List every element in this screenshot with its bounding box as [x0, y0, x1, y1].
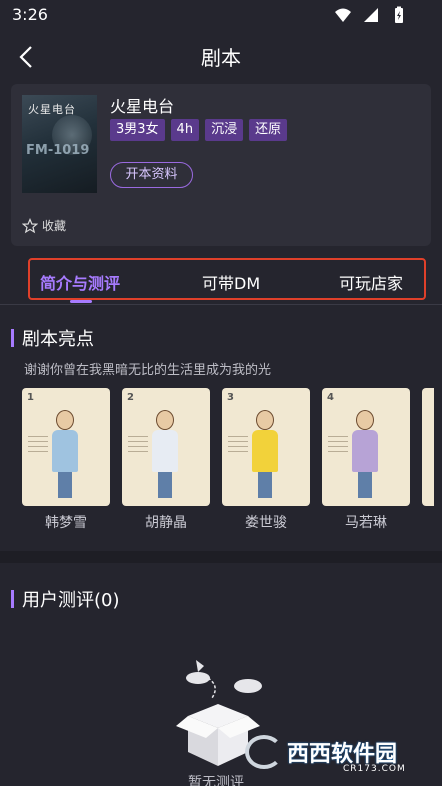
- watermark-sub: CR173.COM: [343, 764, 406, 774]
- tab-intro-review[interactable]: 简介与测评: [40, 270, 120, 294]
- script-name: 火星电台: [110, 97, 175, 116]
- empty-reviews-text: 暂无测评: [188, 775, 244, 786]
- open-script-info-button[interactable]: 开本资料: [110, 162, 193, 188]
- section-accent-bar: [11, 329, 14, 347]
- character-outfit: [352, 430, 378, 472]
- page-title: 剧本: [201, 46, 241, 70]
- section-separator: [0, 551, 442, 563]
- highlights-tagline: 谢谢你曾在我黑暗无比的生活里成为我的光: [24, 363, 272, 378]
- character-card[interactable]: 3 娄世骏: [222, 388, 310, 532]
- poster-fm: FM-1019: [26, 143, 90, 158]
- tab-stores[interactable]: 可玩店家: [339, 270, 403, 294]
- highlights-title: 剧本亮点: [22, 329, 94, 350]
- script-poster[interactable]: 火星电台 FM-1019: [22, 95, 97, 193]
- nav-bar: 剧本: [0, 36, 442, 76]
- signal-icon: [364, 8, 378, 22]
- character-portrait: 4: [322, 388, 410, 506]
- character-outfit: [152, 430, 178, 472]
- character-card-partial[interactable]: [422, 388, 434, 506]
- tag-genre: 沉浸: [205, 119, 244, 141]
- tab-dm[interactable]: 可带DM: [202, 270, 260, 294]
- character-card[interactable]: 2 胡静晶: [122, 388, 210, 532]
- watermark-logo-icon: [245, 735, 283, 769]
- status-bar: 3:26: [0, 0, 442, 30]
- tabs-divider: [0, 304, 442, 305]
- character-portrait: 1: [22, 388, 110, 506]
- character-card[interactable]: 4 马若琳: [322, 388, 410, 532]
- character-name: 韩梦雪: [45, 515, 87, 531]
- script-tags: 3男3女 4h 沉浸 还原: [110, 119, 288, 141]
- reviews-header: 用户测评(0): [11, 586, 120, 612]
- character-name: 娄世骏: [245, 515, 287, 531]
- section-accent-bar: [11, 590, 14, 608]
- highlights-header: 剧本亮点: [11, 325, 94, 351]
- character-name: 马若琳: [345, 515, 387, 531]
- active-tab-indicator: [70, 300, 92, 303]
- wifi-icon: [335, 8, 351, 22]
- status-time: 3:26: [12, 5, 48, 24]
- character-name: 胡静晶: [145, 515, 187, 531]
- tag-players: 3男3女: [110, 119, 165, 141]
- reviews-title: 用户测评(0): [22, 590, 120, 611]
- character-card[interactable]: 1 韩梦雪: [22, 388, 110, 532]
- character-outfit: [52, 430, 78, 472]
- tag-duration: 4h: [170, 119, 200, 141]
- favorite-label: 收藏: [42, 219, 67, 233]
- star-icon: [22, 217, 38, 233]
- tag-style: 还原: [249, 119, 288, 141]
- character-portrait: 2: [122, 388, 210, 506]
- character-portrait: 3: [222, 388, 310, 506]
- battery-icon: [395, 6, 403, 23]
- script-info-card: 火星电台 FM-1019 火星电台 3男3女 4h 沉浸 还原 开本资料 收藏: [11, 84, 431, 246]
- character-outfit: [252, 430, 278, 472]
- favorite-button[interactable]: 收藏: [22, 217, 66, 234]
- status-icons: [334, 6, 408, 24]
- poster-title: 火星电台: [28, 103, 76, 116]
- tab-bar: 简介与测评 可带DM 可玩店家: [28, 258, 426, 303]
